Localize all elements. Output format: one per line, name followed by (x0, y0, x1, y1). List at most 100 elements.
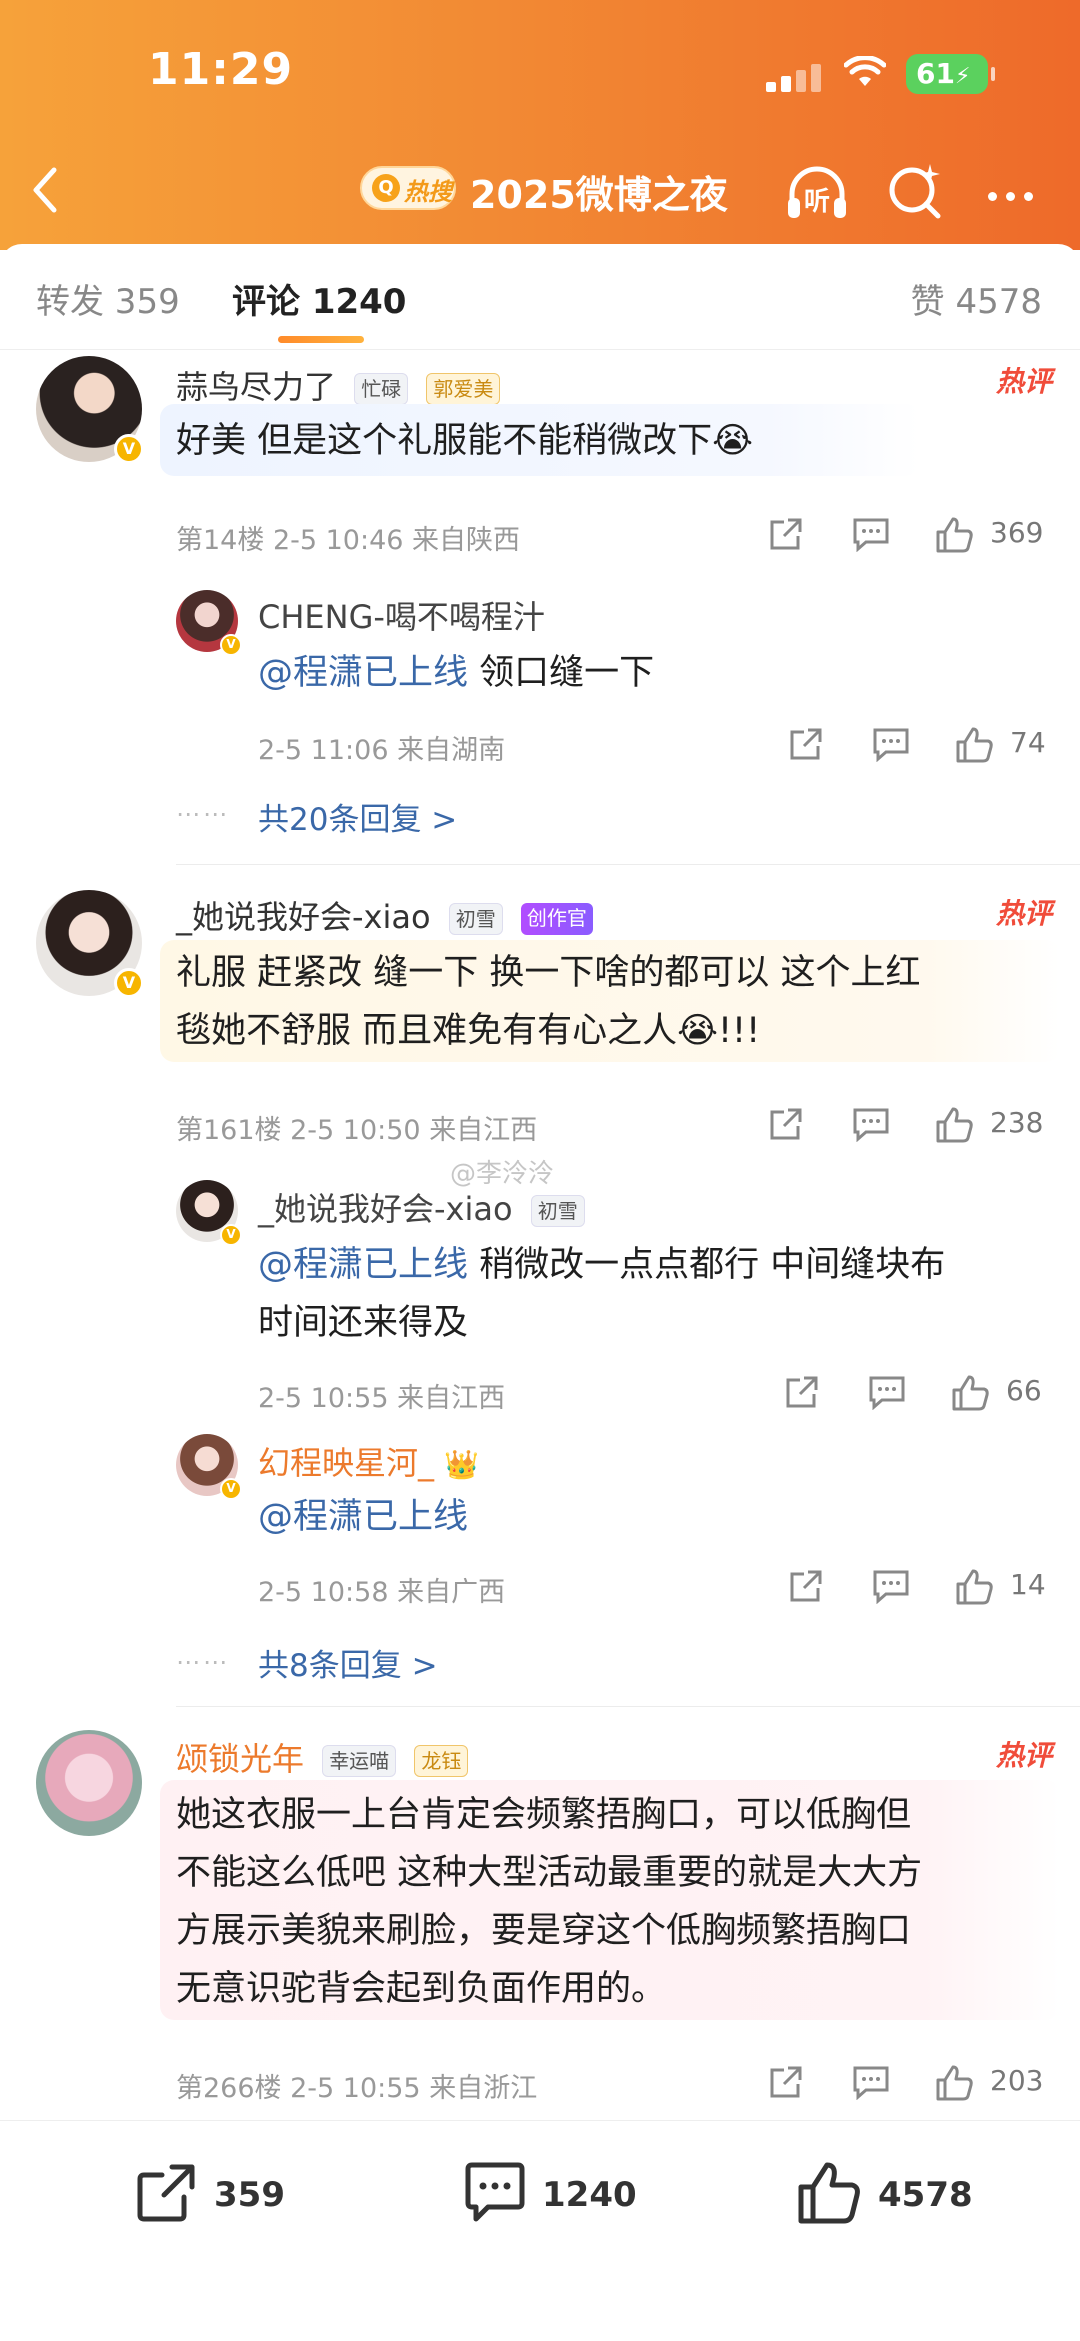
avatar[interactable] (36, 1730, 142, 1836)
svg-text:听: 听 (804, 187, 830, 217)
like-count: 369 (990, 516, 1044, 549)
avatar[interactable]: V (176, 1434, 242, 1500)
like-icon[interactable] (954, 726, 994, 764)
comment-button[interactable]: 1240 (462, 2161, 662, 2231)
comment-meta: 第266楼 2-5 10:55 来自浙江 (176, 2073, 538, 2104)
comment-author[interactable]: 蒜鸟尽力了 忙碌 郭爱美 (176, 362, 501, 408)
bottom-action-bar: 359 1240 4578 (0, 2120, 1080, 2341)
comment-icon[interactable] (852, 1106, 890, 1142)
verified-badge-icon: V (220, 634, 242, 656)
like-icon[interactable] (954, 1568, 994, 1606)
mention-link[interactable]: @程潇已上线 (258, 1497, 468, 1537)
repost-count: 359 (214, 2175, 285, 2215)
avatar[interactable]: V (176, 1180, 242, 1246)
reply-dots: ⋯⋯ (176, 800, 230, 828)
share-icon[interactable] (788, 1568, 824, 1604)
comment-meta: 第161楼 2-5 10:50 来自江西 (176, 1115, 538, 1146)
comment-icon[interactable] (868, 1374, 906, 1410)
status-time: 11:29 (148, 44, 294, 95)
reply-author[interactable]: _她说我好会-xiao 初雪 (258, 1184, 585, 1230)
comment-actions: 238 (760, 1102, 1060, 1150)
expand-replies-link[interactable]: 共8条回复 > (258, 1640, 438, 1685)
expand-replies-link[interactable]: 共20条回复 > (258, 794, 457, 839)
more-options-icon[interactable] (988, 186, 1042, 205)
fan-medal: 龙钰 (414, 1745, 469, 1777)
like-icon[interactable] (950, 1374, 990, 1412)
share-icon[interactable] (788, 726, 824, 762)
user-medal: 初雪 (530, 1195, 585, 1227)
comment-actions: 369 (760, 512, 1060, 560)
like-count: 203 (990, 2064, 1044, 2097)
share-icon[interactable] (768, 1106, 804, 1142)
comment-author[interactable]: _她说我好会-xiao 初雪 创作官 (176, 892, 593, 938)
reply-text: @程潇已上线 稍微改一点点都行 中间缝块布 时间还来得及 (258, 1245, 946, 1343)
hot-search-badge[interactable]: Q 热搜 (360, 166, 456, 210)
user-medal: 幸运喵 (322, 1745, 397, 1777)
tab-repost[interactable]: 转发 359 (36, 274, 180, 323)
comment-tabs: 转发 359 评论 1240 赞 4578 (0, 244, 1080, 350)
like-icon[interactable] (934, 2064, 974, 2102)
divider (176, 1706, 1080, 1707)
fan-medal: 郭爱美 (426, 373, 501, 405)
mention-link[interactable]: @程潇已上线 (258, 1245, 468, 1285)
like-icon (798, 2162, 860, 2224)
avatar[interactable]: V (176, 590, 242, 656)
avatar[interactable]: V (36, 356, 144, 464)
comment-meta: 第14楼 2-5 10:46 来自陕西 (176, 525, 521, 556)
like-icon[interactable] (934, 1106, 974, 1144)
reply-actions: 14 (780, 1564, 1060, 1612)
listen-headphones-icon[interactable]: 听 (782, 162, 852, 222)
like-count: 238 (990, 1106, 1044, 1139)
creator-medal: 创作官 (520, 903, 593, 935)
cellular-signal-icon (766, 64, 822, 92)
comment-icon[interactable] (872, 1568, 910, 1604)
comment-text: 她这衣服一上台肯定会频繁捂胸口，可以低胸但 不能这么低吧 这种大型活动最重要的就… (176, 1795, 923, 2009)
ai-search-icon[interactable] (886, 160, 946, 220)
reply-text: @程潇已上线 (258, 1488, 468, 1546)
share-icon[interactable] (768, 2064, 804, 2100)
hot-comment-label: 热评 (995, 1739, 1052, 1772)
reply-meta: 2-5 11:06 来自湖南 (258, 735, 506, 766)
like-button[interactable]: 4578 (796, 2161, 996, 2231)
reply-meta: 2-5 10:58 来自广西 (258, 1577, 506, 1608)
comment-text: 礼服 赶紧改 缝一下 换一下啥的都可以 这个上红 毯她不舒服 而且难免有有心之人… (176, 953, 921, 1051)
user-medal: 忙碌 (354, 373, 409, 405)
mention-link[interactable]: @程潇已上线 (258, 653, 468, 693)
like-count: 66 (1006, 1374, 1042, 1407)
tab-likes[interactable]: 赞 4578 (911, 274, 1042, 323)
tab-comments[interactable]: 评论 1240 (232, 274, 406, 323)
search-icon: Q (372, 174, 400, 202)
repost-button[interactable]: 359 (134, 2161, 334, 2231)
crown-icon: 👑 (444, 1448, 480, 1481)
divider (176, 864, 1080, 865)
like-count: 4578 (878, 2175, 973, 2215)
reply-actions: 66 (780, 1370, 1060, 1418)
comment-icon[interactable] (852, 2064, 890, 2100)
comment-icon[interactable] (852, 516, 890, 552)
reply-text: @程潇已上线 领口缝一下 (258, 653, 655, 693)
reply-dots: ⋯⋯ (176, 1648, 230, 1676)
comment-count: 1240 (542, 2175, 637, 2215)
reply-author[interactable]: 幻程映星河_ 👑 (258, 1438, 479, 1484)
comment-text: 好美 但是这个礼服能不能稍微改下😭 (176, 421, 754, 461)
share-icon[interactable] (768, 516, 804, 552)
user-medal: 初雪 (448, 903, 503, 935)
share-icon[interactable] (784, 1374, 820, 1410)
wifi-icon (844, 56, 886, 86)
back-icon[interactable] (26, 162, 66, 218)
reply-author[interactable]: CHENG-喝不喝程汁 (258, 592, 545, 638)
status-bar: 11:29 61⚡ (0, 0, 1080, 130)
like-icon[interactable] (934, 516, 974, 554)
page-title: 2025微博之夜 (470, 173, 728, 217)
comment-icon (465, 2162, 525, 2222)
comment-icon[interactable] (872, 726, 910, 762)
header: 11:29 61⚡ Q 热搜 2025微博之夜 听 (0, 0, 1080, 250)
reply-meta: 2-5 10:55 来自江西 (258, 1383, 506, 1414)
repost-icon (137, 2164, 195, 2222)
hot-comment-label: 热评 (995, 897, 1052, 930)
comment-author[interactable]: 颂锁光年 幸运喵 龙钰 (176, 1734, 469, 1780)
like-count: 14 (1010, 1568, 1046, 1601)
avatar[interactable]: V (36, 890, 144, 998)
comment-actions: 203 (760, 2060, 1060, 2108)
verified-badge-icon: V (220, 1224, 242, 1246)
